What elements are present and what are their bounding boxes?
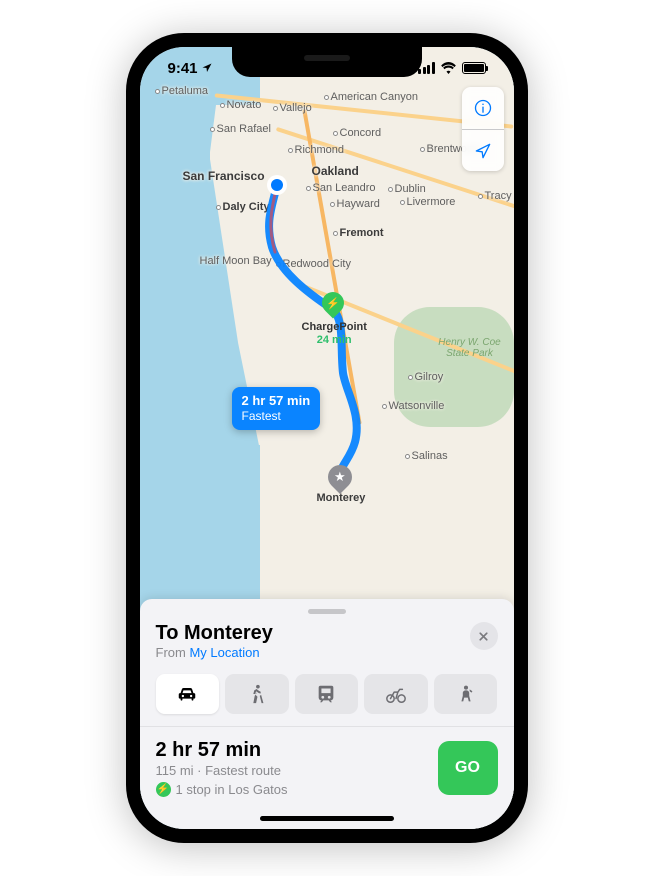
city-label: Dublin	[388, 183, 426, 195]
notch	[232, 47, 422, 77]
location-services-icon	[201, 62, 213, 74]
device-frame: 9:41 Petaluma Novato Vallejo	[126, 33, 528, 843]
city-label: Half Moon Bay	[200, 255, 272, 267]
battery-icon	[462, 62, 486, 74]
ev-charger-pin[interactable]	[322, 292, 344, 322]
city-label: Livermore	[400, 196, 456, 208]
wifi-icon	[440, 62, 457, 74]
city-label: San Rafael	[210, 123, 271, 135]
info-icon	[473, 98, 493, 118]
city-label: Vallejo	[273, 102, 312, 114]
car-icon	[176, 683, 198, 705]
go-button[interactable]: GO	[438, 741, 498, 795]
walk-icon	[246, 683, 268, 705]
close-icon	[477, 630, 490, 643]
from-location-link[interactable]: My Location	[189, 645, 259, 660]
city-label: Salinas	[405, 450, 448, 462]
bolt-icon: ⚡	[156, 782, 171, 797]
directions-card: To Monterey From My Location	[140, 599, 514, 829]
charge-stop-time: 24 min	[302, 334, 367, 347]
city-label: American Canyon	[324, 91, 418, 103]
route-summary[interactable]: 2 hr 57 min 115 mi · Fastest route ⚡ 1 s…	[156, 739, 498, 797]
screen: 9:41 Petaluma Novato Vallejo	[140, 47, 514, 829]
city-label: Petaluma	[155, 85, 208, 97]
city-label: Daly City	[216, 201, 270, 213]
mode-rideshare[interactable]	[434, 674, 498, 714]
divider	[140, 726, 514, 727]
charge-stop-name: ChargePoint	[302, 321, 367, 334]
mode-cycle[interactable]	[364, 674, 428, 714]
from-line: From My Location	[156, 645, 273, 660]
city-label: Hayward	[330, 198, 380, 210]
close-button[interactable]	[470, 622, 498, 650]
route-ev-line: ⚡ 1 stop in Los Gatos	[156, 782, 288, 797]
card-title: To Monterey	[156, 622, 273, 645]
mode-drive[interactable]	[156, 674, 220, 714]
mode-walk[interactable]	[225, 674, 289, 714]
map-locate-button[interactable]	[462, 129, 504, 171]
city-label: Redwood City	[276, 258, 351, 270]
route-callout-duration: 2 hr 57 min	[242, 393, 311, 409]
park-label: Henry W. Coe State Park	[426, 337, 514, 359]
route-time-callout[interactable]: 2 hr 57 min Fastest	[232, 387, 321, 430]
route-ev-stop: 1 stop in Los Gatos	[176, 782, 288, 797]
map-info-button[interactable]	[462, 87, 504, 129]
map-controls	[462, 87, 504, 171]
city-label: Tracy	[478, 190, 512, 202]
route-duration: 2 hr 57 min	[156, 739, 288, 762]
rideshare-icon	[455, 683, 477, 705]
transit-icon	[315, 683, 337, 705]
location-arrow-icon	[473, 141, 493, 161]
city-label: Watsonville	[382, 400, 445, 412]
city-label: San Leandro	[306, 182, 376, 194]
city-label: Concord	[333, 127, 382, 139]
city-label: Gilroy	[408, 371, 444, 383]
charge-stop-callout[interactable]: ChargePoint 24 min	[302, 321, 367, 347]
city-label: Richmond	[288, 144, 345, 156]
route-callout-label: Fastest	[242, 409, 311, 424]
city-label: Oakland	[312, 164, 359, 178]
status-time: 9:41	[168, 60, 198, 77]
city-label: Novato	[220, 99, 262, 111]
mode-transit[interactable]	[295, 674, 359, 714]
city-label: San Francisco	[183, 169, 265, 183]
route-meta: 115 mi · Fastest route	[156, 763, 288, 778]
bike-icon	[385, 683, 407, 705]
transport-mode-selector	[156, 674, 498, 714]
home-indicator[interactable]	[260, 816, 394, 821]
destination-pin[interactable]: ★	[328, 465, 352, 495]
start-location-dot	[267, 175, 287, 195]
city-label: Fremont	[333, 227, 384, 239]
card-grabber[interactable]	[308, 609, 346, 614]
